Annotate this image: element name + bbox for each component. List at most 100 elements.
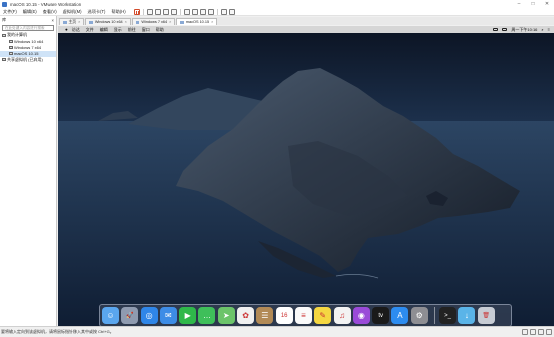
macos-menubar: ● 访达 文件 编辑 显示 前往 窗口 帮助 周一下午10:16 ⌕ ≡ xyxy=(58,26,554,33)
facetime-icon[interactable]: ▶ xyxy=(179,307,197,324)
tab-windows-10[interactable]: Windows 10 x64 × xyxy=(85,18,131,25)
tab-label: 主页 xyxy=(68,19,77,24)
menubar-clock[interactable]: 周一下午10:16 xyxy=(511,27,537,33)
volume-icon[interactable] xyxy=(502,28,508,31)
launchpad-icon[interactable]: 🚀 xyxy=(121,307,139,324)
stretch-guest-button[interactable] xyxy=(228,8,235,15)
tab-label: Windows 7 x64 xyxy=(141,20,168,24)
console-view-button[interactable] xyxy=(220,8,227,15)
cd-dvd-icon[interactable] xyxy=(530,329,536,335)
close-icon[interactable]: ✕ xyxy=(540,0,554,8)
library-search-input[interactable]: 在此处键入内容进行搜索 xyxy=(2,25,54,31)
send-ctrl-alt-del-button[interactable] xyxy=(146,8,153,15)
vm-icon xyxy=(9,39,13,43)
library-title: 库 xyxy=(2,17,7,22)
toolbar-separator xyxy=(216,8,218,15)
notes-icon[interactable]: ✎ xyxy=(314,307,332,324)
network-adapter-icon[interactable] xyxy=(538,329,544,335)
safari-icon[interactable]: ◎ xyxy=(140,307,158,324)
close-tab-icon[interactable]: × xyxy=(78,20,80,24)
maximize-icon[interactable]: □ xyxy=(526,0,540,8)
tree-item-shared-vms[interactable]: 共享虚拟机 (已弃用) xyxy=(0,57,56,63)
reminders-icon[interactable]: ≡ xyxy=(294,307,312,324)
library-header: 库 × xyxy=(0,16,56,24)
close-tab-icon[interactable]: × xyxy=(169,20,171,24)
vm-icon xyxy=(135,20,140,24)
shared-vms-icon xyxy=(2,58,6,62)
tree-item-label: macOS 10.15 xyxy=(14,51,39,57)
macos-dock: ☺ 🚀 ◎ ✉ ▶… ➤ ✿ ☰ 16 ≡ ✎ ♫ ◉ tv A ⚙ >_ ↓ 🗑 xyxy=(99,304,512,327)
control-center-icon[interactable]: ≡ xyxy=(548,27,550,32)
calendar-icon[interactable]: 16 xyxy=(275,307,293,324)
mac-menu-go[interactable]: 前往 xyxy=(128,27,136,33)
full-screen-button[interactable] xyxy=(199,8,206,15)
close-library-icon[interactable]: × xyxy=(52,18,54,23)
tree-item-label: 共享虚拟机 (已弃用) xyxy=(7,56,43,62)
mac-menu-edit[interactable]: 编辑 xyxy=(100,27,108,33)
hard-disk-icon[interactable] xyxy=(522,329,528,335)
toolbar-separator xyxy=(179,8,181,15)
revert-snapshot-button[interactable] xyxy=(162,8,169,15)
catalina-wallpaper xyxy=(58,26,554,327)
mac-menu-view[interactable]: 显示 xyxy=(114,27,122,33)
usb-controller-icon[interactable] xyxy=(546,329,552,335)
menu-vm[interactable]: 虚拟机(M) xyxy=(60,9,85,15)
vmware-toolbar xyxy=(133,8,235,15)
music-icon[interactable]: ♫ xyxy=(333,307,351,324)
menu-view[interactable]: 查看(V) xyxy=(40,9,60,15)
vm-display[interactable]: ● 访达 文件 编辑 显示 前往 窗口 帮助 周一下午10:16 ⌕ ≡ ☺ 🚀 ◎… xyxy=(58,26,554,327)
menu-file[interactable]: 文件(F) xyxy=(0,9,20,15)
tab-macos[interactable]: macOS 10.15 × xyxy=(176,18,218,25)
tree-item-label: 我的计算机 xyxy=(7,32,27,38)
mail-icon[interactable]: ✉ xyxy=(159,307,177,324)
vm-icon xyxy=(180,20,184,24)
show-library-button[interactable] xyxy=(183,8,190,15)
unity-button[interactable] xyxy=(207,8,214,15)
mac-status-area: 周一下午10:16 ⌕ ≡ xyxy=(493,26,550,33)
pause-vm-button[interactable] xyxy=(133,8,140,15)
app-store-icon[interactable]: A xyxy=(391,307,409,324)
tab-home[interactable]: 主页 × xyxy=(59,18,85,25)
library-sidebar: 库 × 在此处键入内容进行搜索 我的计算机 Windows 10 x64 Win… xyxy=(0,16,57,326)
close-tab-icon[interactable]: × xyxy=(125,20,127,24)
downloads-folder-icon[interactable]: ↓ xyxy=(458,307,476,324)
tab-label: macOS 10.15 xyxy=(185,20,210,24)
tv-icon[interactable]: tv xyxy=(372,307,390,324)
tree-item-label: Windows 7 x64 xyxy=(14,44,42,50)
spotlight-icon[interactable]: ⌕ xyxy=(541,27,543,32)
vmware-app-icon xyxy=(2,1,7,7)
finder-icon[interactable]: ☺ xyxy=(102,307,119,324)
apple-menu-icon[interactable]: ● xyxy=(65,27,68,32)
display-icon[interactable] xyxy=(493,28,499,31)
thumbnail-bar-button[interactable] xyxy=(191,8,198,15)
podcasts-icon[interactable]: ◉ xyxy=(352,307,370,324)
snapshot-button[interactable] xyxy=(154,8,161,15)
contacts-icon[interactable]: ☰ xyxy=(256,307,274,324)
window-title: macOS 10.15 - VMware Workstation xyxy=(10,1,82,7)
mac-menu-file[interactable]: 文件 xyxy=(86,27,94,33)
vm-icon xyxy=(89,20,93,24)
system-preferences-icon[interactable]: ⚙ xyxy=(410,307,428,324)
device-indicators xyxy=(522,329,552,335)
photos-icon[interactable]: ✿ xyxy=(237,307,255,324)
dock-separator xyxy=(434,307,436,324)
home-icon xyxy=(63,20,67,24)
mac-menu-help[interactable]: 帮助 xyxy=(156,27,164,33)
tree-item-label: Windows 10 x64 xyxy=(14,38,44,44)
menu-help[interactable]: 帮助(H) xyxy=(108,9,128,15)
trash-icon[interactable]: 🗑 xyxy=(477,307,495,324)
search-placeholder: 在此处键入内容进行搜索 xyxy=(5,25,45,30)
minimize-icon[interactable]: – xyxy=(512,0,526,8)
snapshot-manager-button[interactable] xyxy=(170,8,177,15)
close-tab-icon[interactable]: × xyxy=(211,20,213,24)
mac-menu-finder[interactable]: 访达 xyxy=(72,27,80,33)
messages-icon[interactable]: … xyxy=(198,307,216,324)
computer-icon xyxy=(2,33,6,37)
toolbar-separator xyxy=(142,8,144,15)
maps-icon[interactable]: ➤ xyxy=(217,307,235,324)
menu-edit[interactable]: 编辑(E) xyxy=(20,9,40,15)
tab-windows-7[interactable]: Windows 7 x64 × xyxy=(131,18,176,25)
mac-menu-window[interactable]: 窗口 xyxy=(142,27,150,33)
menu-tabs[interactable]: 选项卡(T) xyxy=(85,9,109,15)
terminal-icon[interactable]: >_ xyxy=(439,307,457,324)
